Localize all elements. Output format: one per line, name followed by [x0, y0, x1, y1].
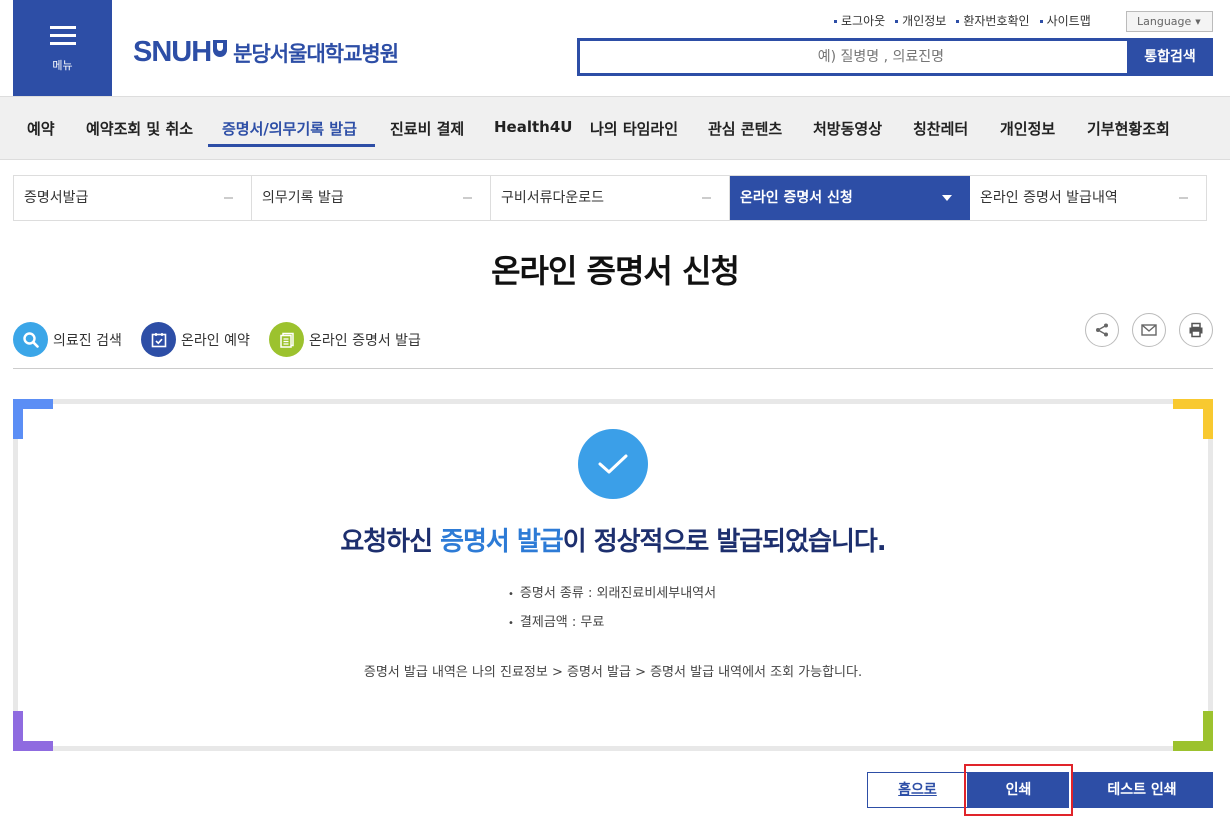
subtab-documents-download[interactable]: 구비서류다운로드: [491, 176, 730, 220]
success-message-part: 이 정상적으로 발급되었습니다.: [562, 527, 887, 557]
language-select[interactable]: Language ▼: [1126, 11, 1213, 32]
utility-links: 로그아웃 개인정보 환자번호확인 사이트맵: [834, 12, 1101, 29]
subtab-medical-record[interactable]: 의무기록 발급: [252, 176, 491, 220]
logo-mark-icon: [213, 40, 228, 57]
corner-decoration: [13, 711, 53, 751]
dash-icon: [463, 197, 472, 199]
print-icon[interactable]: [1179, 313, 1213, 347]
hospital-logo[interactable]: SNUH 분당서울대학교병원: [133, 36, 399, 69]
quick-link-label: 온라인 예약: [181, 332, 250, 349]
quick-link-online-certificate[interactable]: 온라인 증명서 발급: [269, 322, 421, 357]
subtab-label: 증명서발급: [24, 190, 89, 206]
subtab-label: 구비서류다운로드: [501, 190, 605, 206]
mail-icon[interactable]: [1132, 313, 1166, 347]
search-box: [577, 38, 1127, 76]
subtab-certificate[interactable]: 증명서발급: [14, 176, 252, 220]
nav-item-donation[interactable]: 기부현황조회: [1087, 118, 1170, 139]
nav-item-personal-info[interactable]: 개인정보: [1000, 118, 1055, 139]
dash-icon: [1179, 197, 1188, 199]
main-nav: 예약 예약조회 및 취소 증명서/의무기록 발급 진료비 결제 Health4U…: [0, 96, 1230, 160]
success-message-highlight: 증명서 발급: [440, 527, 564, 557]
search-icon: [13, 322, 48, 357]
result-box: 요청하신 증명서 발급이 정상적으로 발급되었습니다. 증명서 종류 : 외래진…: [13, 399, 1213, 751]
language-label: Language: [1137, 15, 1192, 28]
patient-number-link[interactable]: 환자번호확인: [956, 12, 1029, 29]
nav-item-interests[interactable]: 관심 콘텐츠: [708, 118, 782, 139]
search-input[interactable]: [580, 41, 1127, 73]
nav-item-payment[interactable]: 진료비 결제: [390, 118, 464, 139]
subtab-label: 의무기록 발급: [262, 190, 344, 206]
logo-brand: SNUH: [133, 36, 212, 68]
certificate-details: 증명서 종류 : 외래진료비세부내역서 결제금액 : 무료: [508, 582, 716, 640]
certificate-type: 증명서 종류 : 외래진료비세부내역서: [508, 582, 716, 601]
share-icon[interactable]: [1085, 313, 1119, 347]
test-print-button[interactable]: 테스트 인쇄: [1071, 772, 1213, 808]
nav-item-certificates[interactable]: 증명서/의무기록 발급: [222, 118, 357, 139]
sitemap-link[interactable]: 사이트맵: [1040, 12, 1091, 29]
checkmark-icon: [578, 429, 648, 499]
caret-down-icon: [942, 195, 952, 201]
nav-active-underline: [208, 144, 375, 147]
divider: [13, 368, 1213, 369]
sub-tabs: 증명서발급 의무기록 발급 구비서류다운로드 온라인 증명서 신청 온라인 증명…: [13, 175, 1207, 221]
nav-item-health4u[interactable]: Health4U: [494, 118, 572, 136]
corner-decoration: [1173, 711, 1213, 751]
document-icon: [269, 322, 304, 357]
menu-label: 메뉴: [52, 59, 73, 72]
caret-down-icon: ▼: [1195, 17, 1201, 26]
calendar-check-icon: [141, 322, 176, 357]
privacy-link[interactable]: 개인정보: [895, 12, 946, 29]
nav-item-reservation-lookup[interactable]: 예약조회 및 취소: [86, 118, 193, 139]
quick-link-label: 온라인 증명서 발급: [309, 332, 421, 349]
success-message: 요청하신 증명서 발급이 정상적으로 발급되었습니다.: [18, 521, 1208, 558]
hamburger-icon: [50, 26, 76, 50]
subtab-label: 온라인 증명서 발급내역: [980, 190, 1118, 206]
home-button[interactable]: 홈으로: [867, 772, 968, 808]
subtab-online-history[interactable]: 온라인 증명서 발급내역: [970, 176, 1206, 220]
quick-link-online-reservation[interactable]: 온라인 예약: [141, 322, 250, 357]
share-tools: [1085, 313, 1213, 347]
subtab-online-certificate[interactable]: 온라인 증명서 신청: [730, 176, 970, 220]
nav-item-reservation[interactable]: 예약: [27, 118, 55, 139]
page-title: 온라인 증명서 신청: [491, 252, 740, 290]
nav-item-prescription-video[interactable]: 처방동영상: [813, 118, 882, 139]
success-message-part: 요청하신: [340, 527, 441, 557]
dash-icon: [224, 197, 233, 199]
logo-hospital-name: 분당서울대학교병원: [233, 41, 399, 66]
subtab-label: 온라인 증명서 신청: [740, 190, 853, 206]
nav-item-praise-letter[interactable]: 칭찬레터: [913, 118, 968, 139]
menu-button[interactable]: 메뉴: [13, 0, 112, 96]
corner-decoration: [1173, 399, 1213, 439]
dash-icon: [702, 197, 711, 199]
search-button[interactable]: 통합검색: [1127, 38, 1213, 76]
corner-decoration: [13, 399, 53, 439]
print-highlight-box: [964, 764, 1073, 816]
nav-item-timeline[interactable]: 나의 타임라인: [590, 118, 678, 139]
quick-link-label: 의료진 검색: [53, 332, 122, 349]
payment-amount: 결제금액 : 무료: [508, 611, 716, 630]
guide-text: 증명서 발급 내역은 나의 진료정보 > 증명서 발급 > 증명서 발급 내역에…: [363, 665, 863, 680]
quick-link-doctor-search[interactable]: 의료진 검색: [13, 322, 122, 357]
logout-link[interactable]: 로그아웃: [834, 12, 885, 29]
